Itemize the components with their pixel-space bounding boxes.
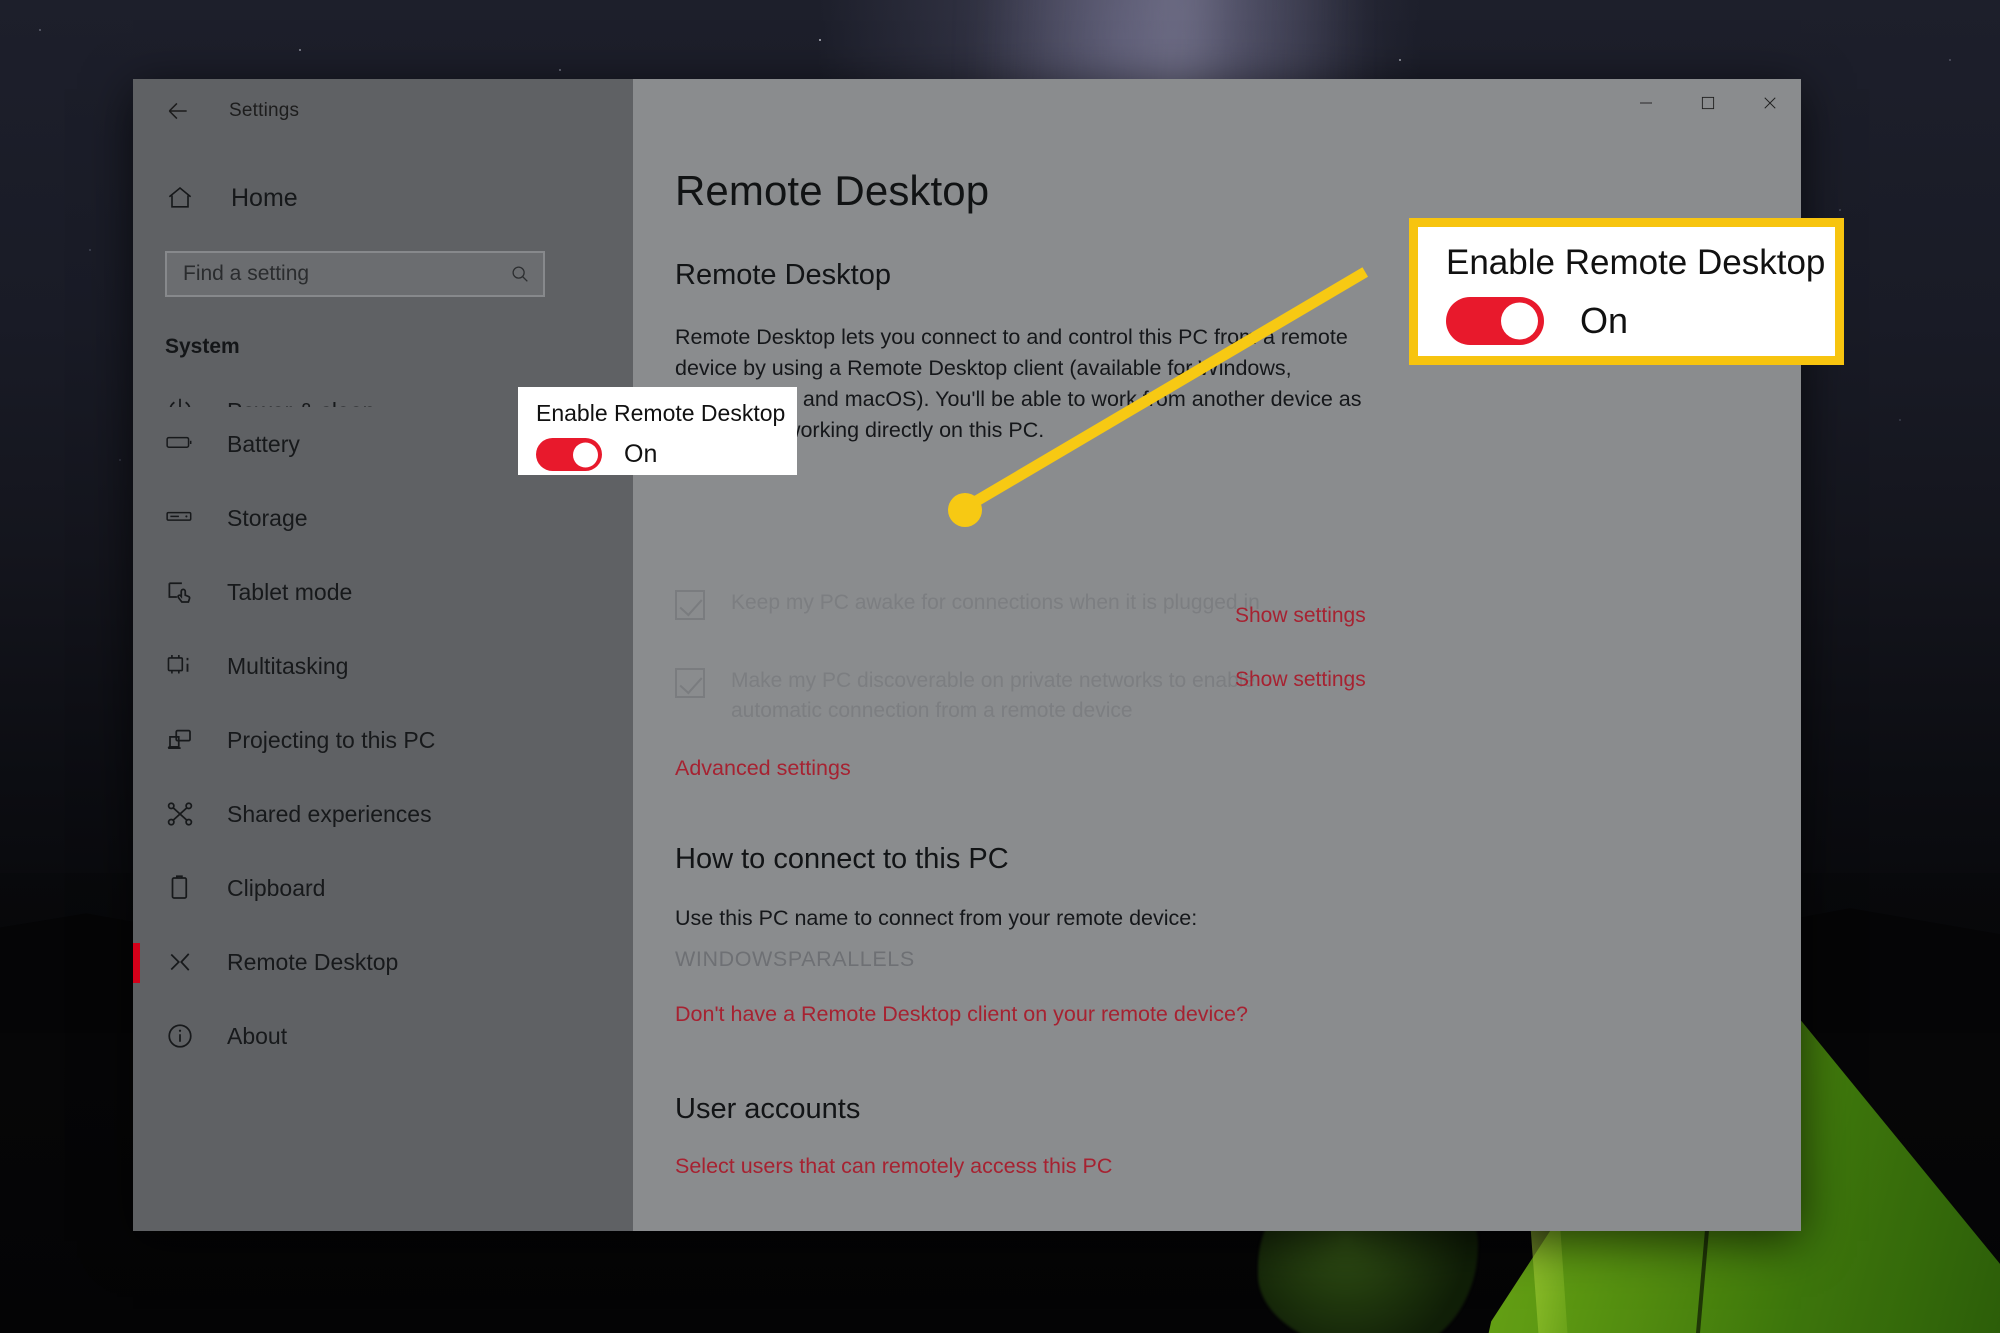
checkbox-row-keep-awake[interactable]: Keep my PC awake for connections when it… — [675, 588, 1801, 627]
shared-icon — [165, 799, 195, 829]
settings-sidebar: Settings Home System — [133, 79, 633, 1231]
sidebar-group-title: System — [165, 335, 240, 358]
sidebar-item-battery[interactable]: Battery — [133, 407, 633, 481]
sidebar-item-shared-experiences[interactable]: Shared experiences — [133, 777, 633, 851]
remote-desktop-client-link[interactable]: Don't have a Remote Desktop client on yo… — [675, 1002, 1248, 1027]
window-titlebar — [633, 79, 1801, 143]
sidebar-nav-list: Power & sleep Battery Storage — [133, 369, 633, 1073]
sidebar-label-projecting: Projecting to this PC — [227, 726, 436, 753]
sidebar-item-home[interactable]: Home — [133, 169, 633, 227]
storage-icon — [165, 503, 195, 533]
sidebar-home-label: Home — [231, 183, 298, 212]
checkbox-row-discoverable[interactable]: Make my PC discoverable on private netwo… — [675, 666, 1801, 726]
sidebar-label-storage: Storage — [227, 504, 308, 531]
sidebar-label-shared-experiences: Shared experiences — [227, 800, 432, 827]
connect-lead-text: Use this PC name to connect from your re… — [675, 906, 1198, 930]
page-title: Remote Desktop — [675, 167, 990, 214]
sidebar-label-clipboard: Clipboard — [227, 874, 326, 901]
keep-awake-label: Keep my PC awake for connections when it… — [731, 591, 1260, 614]
keep-awake-show-settings-link[interactable]: Show settings — [1235, 604, 1366, 628]
sidebar-label-power-sleep: Power & sleep — [227, 398, 375, 407]
sidebar-label-remote-desktop: Remote Desktop — [227, 948, 399, 975]
sidebar-label-multitasking: Multitasking — [227, 652, 349, 679]
sidebar-item-clipboard[interactable]: Clipboard — [133, 851, 633, 925]
power-icon — [165, 395, 195, 407]
back-arrow-icon[interactable] — [165, 98, 191, 124]
battery-icon — [165, 429, 195, 459]
clipboard-icon — [165, 873, 195, 903]
how-to-connect-heading: How to connect to this PC — [675, 843, 1009, 875]
search-input[interactable] — [183, 262, 509, 286]
remote-desktop-description: Remote Desktop lets you connect to and c… — [675, 325, 1362, 442]
keep-awake-checkbox[interactable] — [675, 590, 705, 620]
remote-desktop-icon — [165, 947, 195, 977]
pc-name-value: WINDOWSPARALLELS — [675, 947, 915, 971]
discoverable-label: Make my PC discoverable on private netwo… — [731, 669, 1256, 722]
enable-remote-desktop-toggle-region[interactable] — [675, 446, 1801, 574]
select-users-link-clipped[interactable]: Select users that can remotely access th… — [675, 1154, 1801, 1178]
content-body: Remote Desktop Remote Desktop Remote Des… — [633, 143, 1801, 1178]
sidebar-label-battery: Battery — [227, 430, 300, 457]
projecting-icon — [165, 725, 195, 755]
search-box[interactable] — [165, 251, 545, 297]
sidebar-item-remote-desktop[interactable]: Remote Desktop — [133, 925, 633, 999]
sidebar-item-multitasking[interactable]: Multitasking — [133, 629, 633, 703]
advanced-settings-link[interactable]: Advanced settings — [675, 756, 851, 781]
discoverable-show-settings-link[interactable]: Show settings — [1235, 668, 1366, 692]
multitasking-icon — [165, 651, 195, 681]
app-title: Settings — [229, 100, 300, 121]
minimize-button[interactable] — [1615, 79, 1677, 127]
settings-content: Remote Desktop Remote Desktop Remote Des… — [633, 79, 1801, 1231]
section-heading-remote-desktop: Remote Desktop — [675, 259, 891, 291]
search-icon — [509, 263, 531, 285]
info-icon — [165, 1021, 195, 1051]
select-users-link[interactable]: Select users that can remotely access th… — [675, 1154, 1801, 1178]
sidebar-item-power-sleep[interactable]: Power & sleep — [133, 369, 633, 407]
discoverable-checkbox[interactable] — [675, 668, 705, 698]
sidebar-item-about[interactable]: About — [133, 999, 633, 1073]
home-icon — [165, 183, 195, 213]
user-accounts-heading: User accounts — [675, 1093, 861, 1125]
close-button[interactable] — [1739, 79, 1801, 127]
sidebar-item-projecting[interactable]: Projecting to this PC — [133, 703, 633, 777]
maximize-button[interactable] — [1677, 79, 1739, 127]
sidebar-header: Settings — [133, 79, 633, 143]
sidebar-item-tablet-mode[interactable]: Tablet mode — [133, 555, 633, 629]
sidebar-item-storage[interactable]: Storage — [133, 481, 633, 555]
sidebar-label-tablet-mode: Tablet mode — [227, 578, 353, 605]
sidebar-label-about: About — [227, 1022, 288, 1049]
tablet-icon — [165, 577, 195, 607]
settings-window: Settings Home System — [133, 79, 1801, 1231]
